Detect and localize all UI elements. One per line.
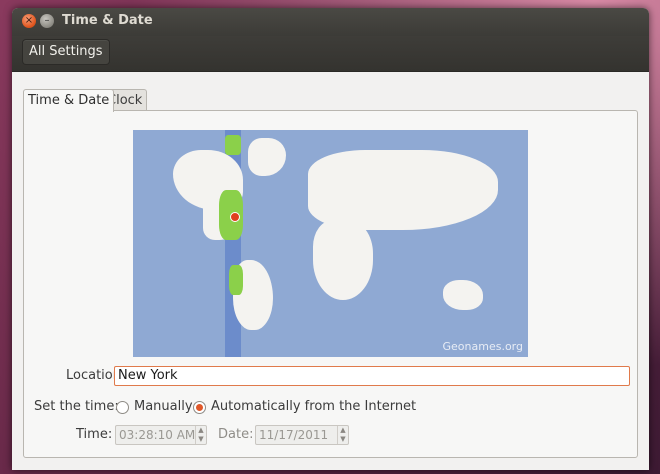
continent-eurasia [308,150,498,230]
location-pin-icon [230,212,240,222]
close-window-button[interactable]: × [22,14,36,28]
window-title: Time & Date [62,13,153,28]
timezone-highlight-south [229,265,243,295]
title-bar: × – Time & Date [12,8,649,36]
map-attribution: Geonames.org [442,340,524,353]
time-spin-arrows-icon[interactable]: ▲ ▼ [195,426,206,444]
continent-greenland [248,138,286,176]
manually-radio[interactable] [116,401,129,414]
time-label: Time: [76,427,113,442]
continent-africa [313,220,373,300]
close-icon: × [24,15,34,26]
toolbar: All Settings [12,36,649,72]
all-settings-button[interactable]: All Settings [23,40,109,64]
automatic-label[interactable]: Automatically from the Internet [211,399,416,414]
date-value: 11/17/2011 [259,428,329,442]
date-spinner[interactable]: 11/17/2011 ▲ ▼ [255,425,349,445]
automatic-radio[interactable] [193,401,206,414]
manually-label[interactable]: Manually [134,399,193,414]
minimize-window-button[interactable]: – [40,14,54,28]
set-time-label: Set the time: [34,399,119,414]
settings-window: × – Time & Date All Settings Time & Date… [12,8,649,470]
panel-content: Time & Date Clock Geonames.org Location:… [12,72,649,470]
time-spinner[interactable]: 03:28:10 AM ▲ ▼ [115,425,207,445]
tab-time-and-date[interactable]: Time & Date [23,89,115,112]
tab-page: Geonames.org Location: New York Set the … [23,110,638,458]
date-spin-arrows-icon[interactable]: ▲ ▼ [337,426,348,444]
date-label: Date: [218,427,254,442]
continent-australia [443,280,483,310]
timezone-map[interactable]: Geonames.org [133,130,528,357]
minimize-icon: – [44,15,50,26]
time-value: 03:28:10 AM [119,428,196,442]
timezone-highlight-north [225,135,241,155]
location-input[interactable]: New York [114,366,630,386]
